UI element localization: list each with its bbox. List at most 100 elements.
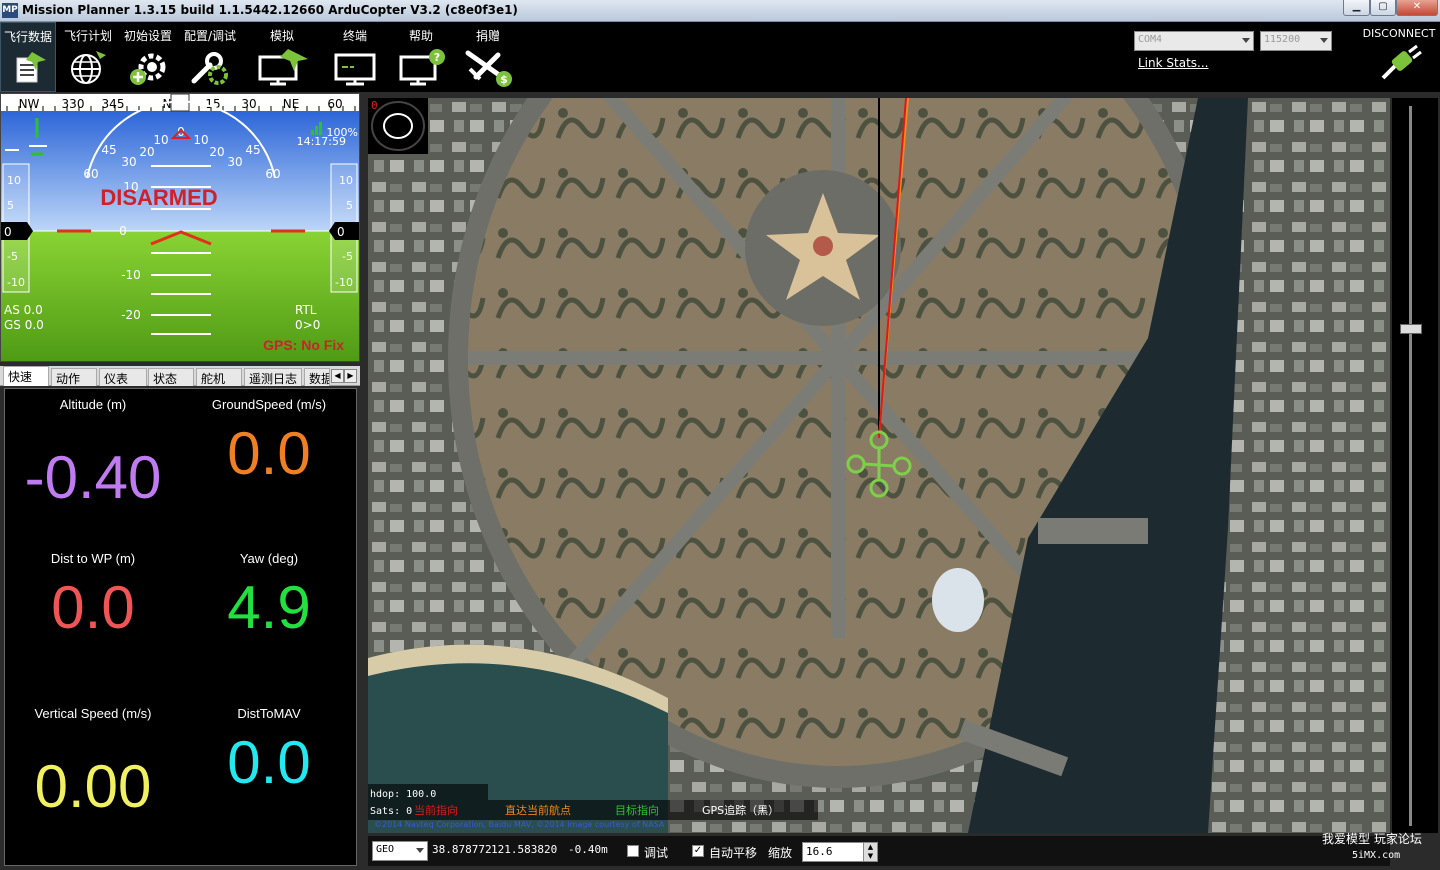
roll-angle-label: 60	[83, 167, 98, 181]
quick-label: DistToMAV	[237, 706, 301, 721]
autopan-checkbox[interactable]: ✓	[692, 845, 704, 857]
terminal-monitor-icon	[334, 53, 376, 86]
disconnect-label: DISCONNECT	[1362, 27, 1436, 40]
toolbar-initial-setup[interactable]: 初始设置	[120, 22, 176, 92]
compass-label: 30	[241, 97, 256, 111]
toolbar-label: 初始设置	[123, 29, 172, 43]
maximize-button[interactable]: ▢	[1370, 0, 1396, 16]
toolbar-donate[interactable]: 捐赠 $	[458, 22, 518, 92]
roll-tick-label: 10	[153, 133, 168, 147]
mission-planner-window: MP Mission Planner 1.3.15 build 1.1.5442…	[0, 0, 1440, 870]
coord-type-select[interactable]: GEO	[372, 841, 428, 861]
disconnect-button[interactable]: DISCONNECT	[1362, 27, 1436, 87]
quick-value: 0.0	[51, 574, 135, 641]
zoom-stepper[interactable]: ▲ ▼	[863, 842, 878, 862]
data-tab-strip: 快速 动作 仪表 状态 舵机 遥测日志 数据 ◀ ▶	[0, 366, 360, 386]
map-copyright: ©2014 Navteq Corporation, Baidu MAV, ©20…	[374, 820, 665, 829]
map-overlay-counter: 0	[371, 99, 378, 112]
flight-mode: RTL	[295, 303, 317, 317]
map-view[interactable]: 0 hdop: 100.0 Sats: 0 当前指向 直达当前航点 目标指向 G…	[368, 98, 1390, 833]
title-bar: MP Mission Planner 1.3.15 build 1.1.5442…	[0, 0, 1440, 22]
toolbar-label: 终端	[342, 29, 367, 43]
close-icon: ✕	[1412, 1, 1422, 12]
minimize-icon: ▁	[1352, 1, 1361, 12]
roll-angle-label: 45	[245, 143, 260, 157]
toolbar-flight-data[interactable]: 飞行数据	[0, 22, 56, 92]
tab-actions[interactable]: 动作	[51, 368, 97, 386]
zoom-thumb[interactable]	[1400, 324, 1422, 334]
link-stats-link[interactable]: Link Stats...	[1138, 56, 1208, 70]
toolbar-label: 飞行数据	[3, 30, 52, 44]
watermark-url: 5iMX.com	[1352, 850, 1401, 861]
toolbar-label: 捐赠	[475, 29, 500, 43]
minimize-button[interactable]: ▁	[1343, 0, 1370, 16]
baud-rate-select[interactable]: 115200	[1260, 31, 1332, 51]
hud-attitude-indicator[interactable]: NW330345N51530NE60 302010010203060454560…	[0, 93, 360, 362]
main-toolbar: 飞行数据 飞行计划 初始设置 配置/调试 模拟 终端 帮助 ? 捐赠 $ COM…	[0, 22, 1440, 92]
roll-tick-label: 30	[227, 155, 242, 169]
altitude-tick-label: -5	[342, 250, 353, 263]
toolbar-terminal[interactable]: 终端	[326, 22, 384, 92]
quick-dist-to-mav[interactable]: DistToMAV 0.0	[181, 706, 357, 793]
wrench-gear-icon	[191, 52, 228, 85]
zoom-level-input[interactable]: 16.6	[802, 842, 864, 862]
quick-yaw[interactable]: Yaw (deg) 4.9	[181, 551, 357, 638]
close-button[interactable]: ✕	[1396, 0, 1438, 16]
svg-text:?: ?	[434, 51, 440, 64]
toolbar-label: 飞行计划	[63, 29, 112, 43]
svg-text:0: 0	[337, 225, 345, 239]
zoom-label: 缩放	[768, 846, 793, 860]
quick-view-panel: Altitude (m) -0.40 GroundSpeed (m/s) 0.0…	[4, 388, 357, 866]
chevron-right-icon: ▶	[347, 371, 354, 380]
compass-label: N	[163, 97, 172, 111]
quick-vertical-speed[interactable]: Vertical Speed (m/s) 0.00	[5, 706, 181, 817]
toolbar-label: 模拟	[269, 29, 294, 43]
quick-dist-to-wp[interactable]: Dist to WP (m) 0.0	[5, 551, 181, 638]
groundspeed-readout: GS 0.0	[4, 318, 44, 332]
tab-data[interactable]: 数据	[304, 368, 330, 386]
tab-servo[interactable]: 舵机	[196, 368, 242, 386]
speed-tick-label: -5	[7, 250, 18, 263]
baud-rate-value: 115200	[1264, 34, 1301, 45]
plug-connected-icon	[1381, 44, 1422, 80]
window-title: Mission Planner 1.3.15 build 1.1.5442.12…	[22, 3, 518, 17]
hud-canvas: NW330345N51530NE60 302010010203060454560…	[1, 94, 359, 361]
toolbar-simulation[interactable]: 模拟	[250, 22, 314, 92]
tab-gauges[interactable]: 仪表	[99, 368, 147, 386]
autopan-label: 自动平移	[709, 846, 758, 860]
compass-label: NE	[283, 97, 300, 111]
compass-label: NW	[19, 97, 40, 111]
quick-value: 4.9	[227, 574, 311, 641]
speed-tick-label: 5	[7, 199, 14, 212]
tab-telemetry-logs[interactable]: 遥测日志	[244, 368, 302, 386]
roll-angle-label: 45	[101, 143, 116, 157]
tab-status[interactable]: 状态	[148, 368, 194, 386]
quick-label: Vertical Speed (m/s)	[34, 706, 152, 721]
quick-altitude[interactable]: Altitude (m) -0.40	[5, 397, 181, 508]
coord-type-value: GEO	[376, 844, 395, 855]
tab-scroll-left[interactable]: ◀	[331, 369, 344, 383]
toolbar-help[interactable]: 帮助 ?	[392, 22, 450, 92]
altitude-readout: -0.40m	[568, 843, 608, 856]
donate-plane-icon: $	[465, 50, 512, 87]
quick-value: -0.40	[24, 444, 162, 511]
altitude-tick-label: 10	[339, 174, 353, 187]
maximize-icon: ▢	[1378, 1, 1388, 12]
tab-scroll-right[interactable]: ▶	[344, 369, 357, 383]
zoom-slider[interactable]	[1392, 98, 1438, 833]
quick-value: 0.0	[227, 420, 311, 487]
pitch-label: 0	[119, 224, 127, 238]
quick-groundspeed[interactable]: GroundSpeed (m/s) 0.0	[181, 397, 357, 484]
hud-clock: 14:17:59	[297, 135, 346, 148]
tab-quick[interactable]: 快速	[3, 366, 49, 386]
quick-label: GroundSpeed (m/s)	[211, 397, 327, 412]
com-port-select[interactable]: COM4	[1134, 31, 1254, 51]
roll-tick-label: 30	[121, 155, 136, 169]
hdop-readout: hdop: 100.0	[370, 789, 436, 800]
debug-checkbox[interactable]	[627, 845, 639, 857]
toolbar-config-tuning[interactable]: 配置/调试	[180, 22, 240, 92]
compass-label: 330	[62, 97, 85, 111]
altitude-tick-label: 5	[346, 199, 353, 212]
toolbar-flight-plan[interactable]: 飞行计划	[60, 22, 116, 92]
speed-tick-label: -10	[7, 276, 25, 289]
